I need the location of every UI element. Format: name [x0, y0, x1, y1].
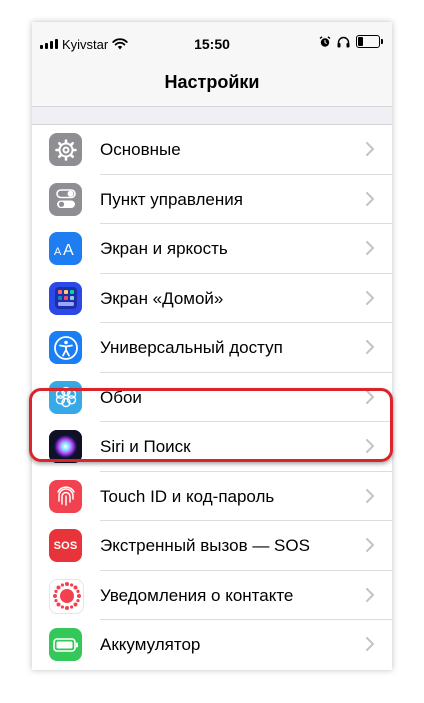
settings-row-accessibility[interactable]: Универсальный доступ — [32, 323, 392, 373]
settings-row-exposure[interactable]: Уведомления о контакте — [32, 570, 392, 620]
exposure-icon — [49, 578, 84, 614]
chevron-right-icon — [366, 488, 374, 508]
gear-icon — [49, 133, 82, 166]
battery-indicator — [356, 35, 383, 48]
settings-row-label: Экран и яркость — [100, 239, 228, 258]
settings-row-display[interactable]: A A Экран и яркость — [32, 224, 392, 274]
svg-text:A: A — [63, 242, 74, 259]
settings-row-control-center[interactable]: Пункт управления — [32, 174, 392, 224]
settings-row-label: Пункт управления — [100, 189, 243, 209]
sos-icon-text: SOS — [53, 539, 78, 552]
settings-row-sos[interactable]: SOS Экстренный вызов — SOS — [32, 521, 392, 571]
alarm-icon — [319, 35, 331, 47]
section-spacer — [32, 107, 392, 125]
settings-row-label: Универсальный доступ — [100, 338, 283, 357]
chevron-right-icon — [366, 142, 374, 161]
settings-row-battery[interactable]: Аккумулятор — [32, 620, 392, 670]
settings-row-label: Основные — [100, 140, 181, 159]
settings-row-touch-id[interactable]: Touch ID и код-пароль — [32, 471, 392, 521]
text-size-icon: AA — [49, 232, 82, 265]
chevron-right-icon — [366, 241, 374, 260]
battery-level — [358, 37, 363, 46]
settings-row-label: Аккумулятор — [100, 635, 201, 654]
navigation-bar: Настройки — [32, 66, 392, 107]
home-grid-icon — [49, 281, 82, 315]
svg-text:A: A — [54, 246, 62, 258]
chevron-right-icon — [366, 637, 374, 656]
settings-row-general[interactable]: Основные — [32, 125, 392, 175]
switches-icon — [49, 182, 82, 216]
chevron-right-icon — [366, 340, 374, 359]
settings-row-label: Экстренный вызов — SOS — [100, 536, 310, 555]
battery-icon — [49, 628, 82, 661]
headphones-icon — [337, 36, 350, 47]
highlight-frame — [29, 388, 393, 462]
phone-screen: Kyivstar 15:50 Настройки Основные Пункт … — [32, 22, 392, 670]
settings-row-home-screen[interactable]: Экран «Домой» — [32, 273, 392, 323]
chevron-right-icon — [366, 191, 374, 211]
chevron-right-icon — [366, 587, 374, 607]
settings-row-label: Touch ID и код-пароль — [100, 486, 275, 506]
chevron-right-icon — [366, 538, 374, 557]
fingerprint-icon — [49, 479, 82, 513]
chevron-right-icon — [366, 290, 374, 310]
accessibility-icon — [49, 331, 82, 364]
sos-icon: SOS — [49, 529, 82, 562]
settings-row-label: Уведомления о контакте — [100, 585, 294, 605]
settings-row-label: Экран «Домой» — [100, 288, 224, 308]
status-bar: Kyivstar 15:50 — [32, 22, 392, 66]
page-title: Настройки — [164, 72, 260, 92]
